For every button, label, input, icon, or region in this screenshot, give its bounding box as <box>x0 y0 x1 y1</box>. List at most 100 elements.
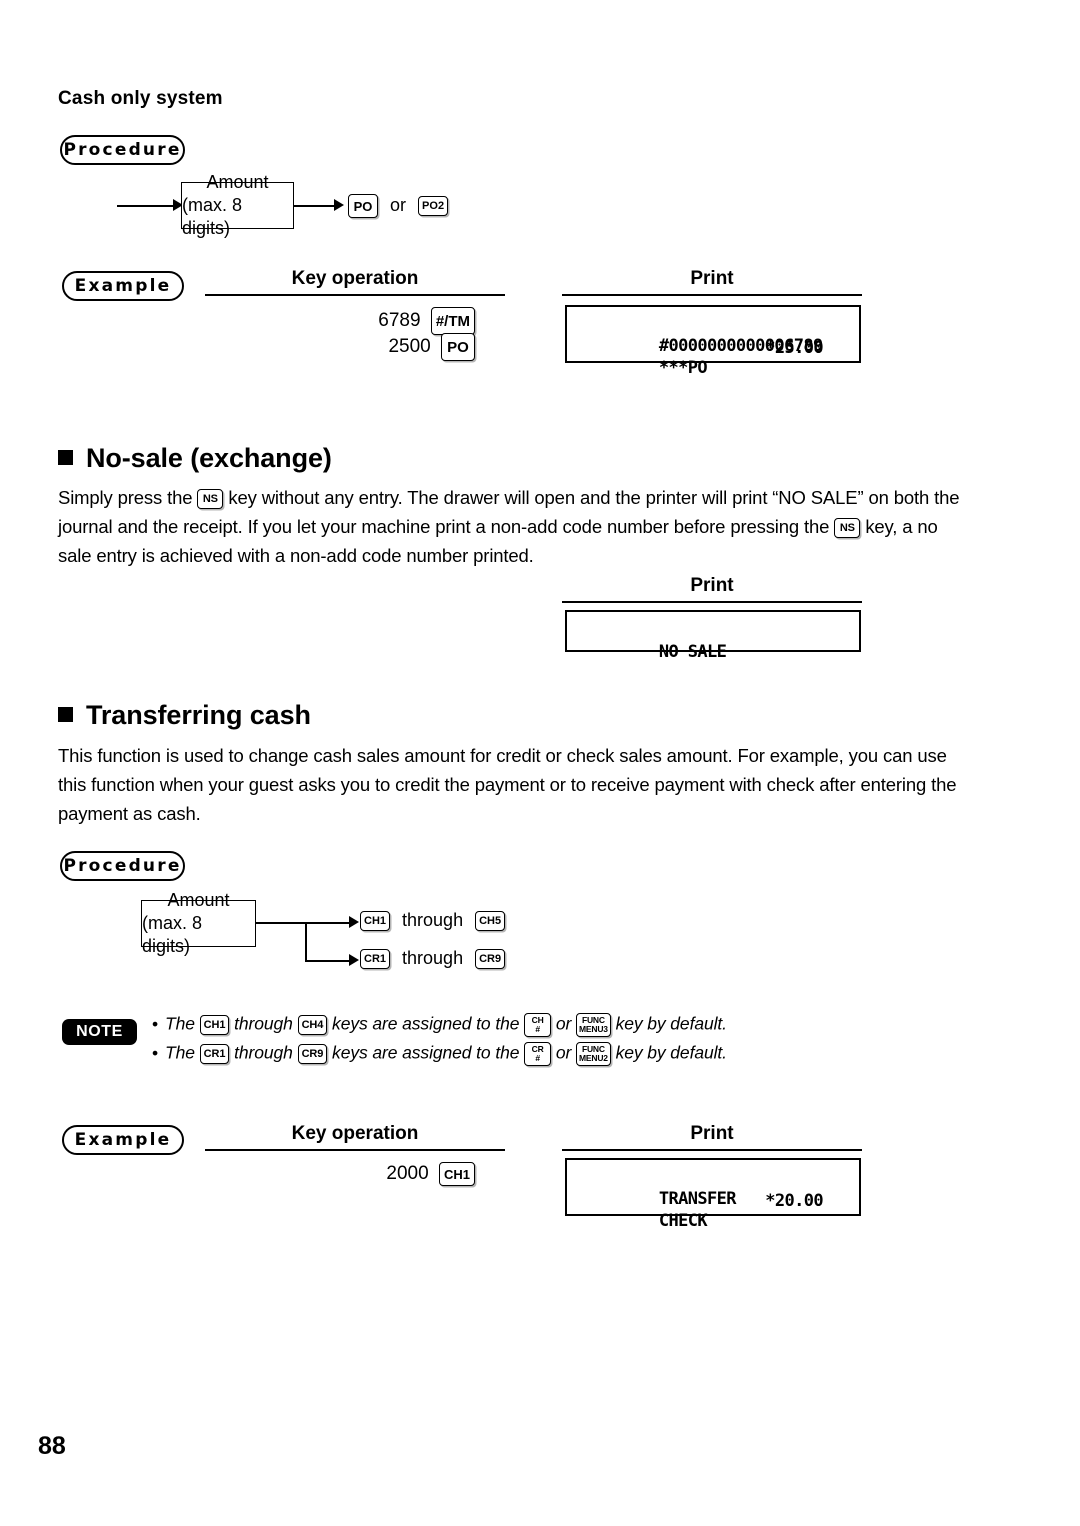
key-ch1[interactable]: CH1 <box>360 911 391 932</box>
key-cr9[interactable]: CR9 <box>475 949 506 970</box>
flow-arrow-line-in-1 <box>117 205 175 207</box>
key-func-menu3-bottom: MENU3 <box>579 1024 608 1034</box>
transferring-cash-section-heading: Transferring cash <box>58 700 311 731</box>
branch-2-through-text: through <box>402 948 464 968</box>
note-text-1d: or <box>555 1013 572 1034</box>
transferring-cash-text-1: This function is used to change cash sal… <box>58 745 913 766</box>
note-bullet-1: • <box>152 1013 159 1034</box>
receipt-print-no-sale: NO SALE <box>565 610 861 662</box>
note-text-1b: through <box>234 1013 293 1034</box>
procedure-label-transferring-cash: Procedure <box>60 851 185 881</box>
key-ch4[interactable]: CH4 <box>297 1015 328 1035</box>
key-operation-row: 6789 #/TM <box>205 307 475 335</box>
col-header-print-1: Print <box>690 268 734 289</box>
procedure-label-cash-only: Procedure <box>60 135 185 165</box>
branch-1-keys: CH1 through CH5 <box>360 910 506 932</box>
receipt-line: #0000000000006789 <box>601 316 859 356</box>
col-header-key-operation-1: Key operation <box>291 268 419 289</box>
key-number-tm[interactable]: #/TM <box>430 307 475 335</box>
note-line-1: • The CH1 through CH4 keys are assigned t… <box>152 1013 727 1037</box>
receipt-line-left: NO SALE <box>658 642 727 662</box>
key-func-menu2-bottom: MENU2 <box>579 1053 608 1063</box>
cash-only-heading: Cash only system <box>58 88 223 109</box>
amount-box-line2: (max. 8 digits) <box>142 913 203 956</box>
receipt-line: TRANSFER <box>601 1169 859 1209</box>
note-text-2e: key by default. <box>615 1042 727 1063</box>
note-badge: NOTE <box>62 1019 137 1045</box>
key-operation-number: 2000 <box>386 1163 429 1185</box>
transferring-cash-paragraph: This function is used to change cash sal… <box>58 741 963 828</box>
note-text-1e: key by default. <box>615 1013 727 1034</box>
col-header-key-operation-2: Key operation <box>291 1123 419 1144</box>
key-po2[interactable]: PO2 <box>418 196 449 216</box>
receipt-line: ***PO *25.00 <box>601 338 859 378</box>
manual-page: Cash only system Procedure Amount (max. … <box>0 0 1080 1526</box>
po-or-text: or <box>390 194 407 215</box>
note-text-2b: through <box>234 1042 293 1063</box>
key-ns[interactable]: NS <box>197 489 224 510</box>
key-ch-hash[interactable]: CH # <box>524 1013 552 1037</box>
square-bullet-icon <box>58 450 73 465</box>
key-cr1[interactable]: CR1 <box>199 1044 230 1064</box>
receipt-print-cash-only: #0000000000006789 ***PO *25.00 <box>565 305 861 378</box>
no-sale-paragraph: Simply press the NS key without any entr… <box>58 483 963 570</box>
key-ch1[interactable]: CH1 <box>199 1015 230 1035</box>
amount-box-line2: (max. 8 digits) <box>182 195 243 238</box>
key-func-menu3[interactable]: FUNC MENU3 <box>576 1013 611 1037</box>
receipt-print-transferring-cash: TRANSFER CHECK *20.00 <box>565 1158 861 1231</box>
example-label-transferring-cash: Example <box>62 1125 184 1155</box>
receipt-line-amount: *25.00 <box>765 338 823 358</box>
key-operation-number: 2500 <box>388 336 431 358</box>
note-line-2: • The CR1 through CR9 keys are assigned t… <box>152 1042 727 1066</box>
flow-branch-lower <box>305 960 351 962</box>
key-po[interactable]: PO <box>348 194 378 218</box>
example-label-cash-only: Example <box>62 271 184 301</box>
key-ns[interactable]: NS <box>834 518 861 539</box>
receipt-line: CHECK *20.00 <box>601 1191 859 1231</box>
col-rule-key-operation-1 <box>205 294 505 297</box>
note-text-2c: keys are assigned to the <box>332 1042 520 1063</box>
note-text-1c: keys are assigned to the <box>332 1013 520 1034</box>
no-sale-heading-text: No-sale (exchange) <box>86 443 332 473</box>
key-operation-row: 2500 PO <box>205 333 475 361</box>
key-operation-row: 2000 CH1 <box>205 1162 475 1186</box>
col-rule-print-2 <box>562 601 862 604</box>
note-text-2a: The <box>165 1042 195 1063</box>
col-header-print-2: Print <box>690 575 734 596</box>
key-ch1[interactable]: CH1 <box>438 1162 475 1186</box>
note-text-1a: The <box>165 1013 195 1034</box>
page-number: 88 <box>38 1432 66 1460</box>
key-ch5[interactable]: CH5 <box>475 911 506 932</box>
flow-arrow-line-out-1 <box>294 205 336 207</box>
key-cr-hash-bottom: # <box>535 1053 540 1063</box>
flow-arrow-head-branch-2 <box>349 954 359 966</box>
key-cr-hash[interactable]: CR # <box>524 1042 552 1066</box>
flow-branch-vertical <box>305 922 307 962</box>
amount-box-transferring-cash: Amount (max. 8 digits) <box>141 890 256 956</box>
note-text-2d: or <box>555 1042 572 1063</box>
col-rule-key-operation-2 <box>205 1149 505 1152</box>
key-func-menu2[interactable]: FUNC MENU2 <box>576 1042 611 1066</box>
key-ch-hash-bottom: # <box>535 1024 540 1034</box>
flow-branch-stem <box>256 922 351 924</box>
no-sale-text-1: Simply press the <box>58 487 193 508</box>
square-bullet-icon <box>58 707 73 722</box>
key-cr1[interactable]: CR1 <box>360 949 391 970</box>
no-sale-text-2: key without any entry. The drawer will o… <box>228 487 889 508</box>
amount-box-line1: Amount <box>167 890 230 910</box>
branch-2-keys: CR1 through CR9 <box>360 948 506 970</box>
receipt-line-left: ***PO <box>658 358 708 378</box>
receipt-line-left: CHECK <box>658 1211 708 1231</box>
key-cr9[interactable]: CR9 <box>297 1044 328 1064</box>
col-header-print-3: Print <box>690 1123 734 1144</box>
note-bullet-2: • <box>152 1042 159 1063</box>
flow-arrow-head-out-1 <box>334 199 344 211</box>
col-rule-print-3 <box>562 1149 862 1152</box>
po-keys-group: PO or PO2 <box>348 194 449 218</box>
key-po[interactable]: PO <box>441 333 475 361</box>
branch-1-through-text: through <box>402 910 464 930</box>
receipt-line: NO SALE <box>601 622 859 662</box>
amount-box-line1: Amount <box>206 172 269 192</box>
flow-arrow-head-branch-1 <box>349 916 359 928</box>
no-sale-section-heading: No-sale (exchange) <box>58 443 332 474</box>
